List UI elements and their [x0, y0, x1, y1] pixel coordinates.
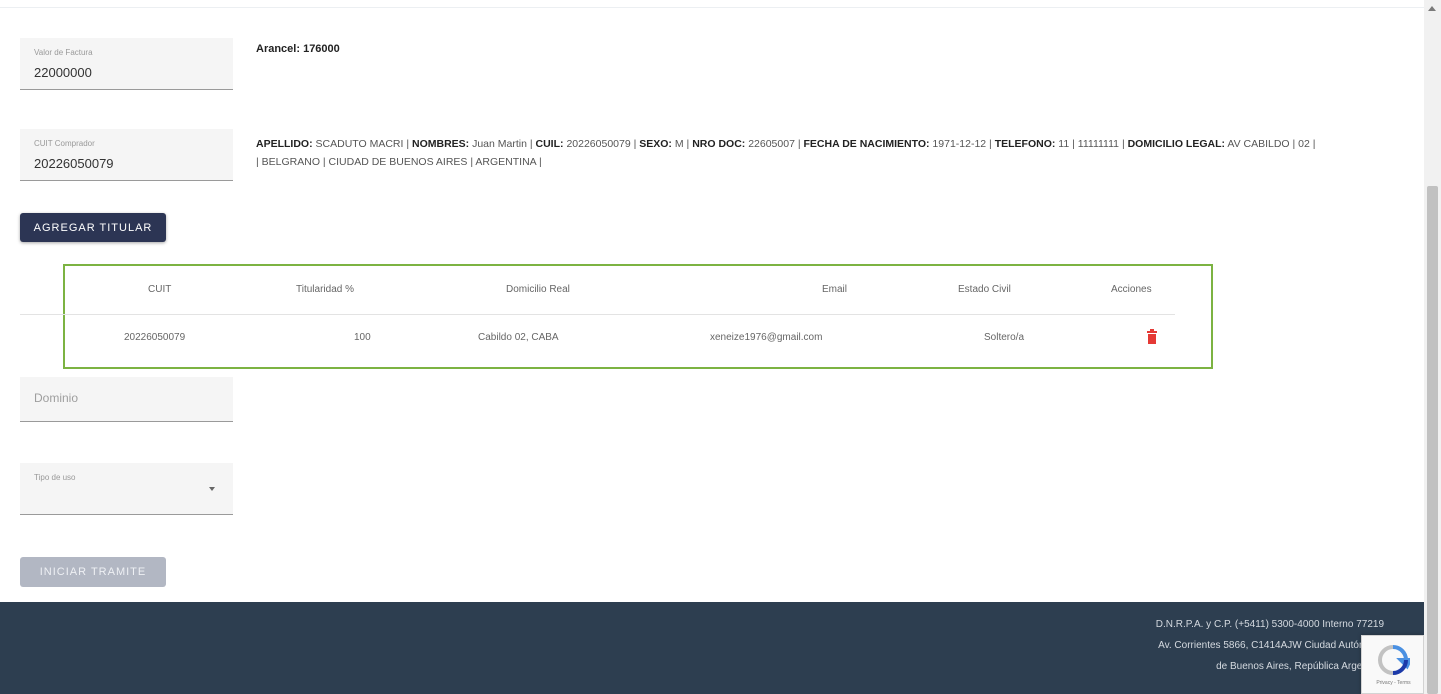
arancel-text: Arancel: 176000 [256, 43, 340, 55]
recaptcha-badge[interactable]: Privacy - Terms [1361, 635, 1424, 694]
titulares-table [63, 264, 1213, 369]
cuit-comprador-value: 20226050079 [34, 156, 114, 171]
fecha-nac-label: FECHA DE NACIMIENTO: [803, 138, 930, 150]
nro-doc-label: NRO DOC: [692, 138, 746, 150]
cell-titularidad: 100 [354, 332, 371, 343]
cell-domicilio: Cabildo 02, CABA [478, 332, 559, 343]
apellido-label: APELLIDO: [256, 138, 313, 150]
cell-email: xeneize1976@gmail.com [710, 332, 823, 343]
header-email: Email [822, 284, 848, 295]
header-cuit: CUIT [148, 284, 172, 295]
cuil-label: CUIL: [535, 138, 564, 150]
recaptcha-icon [1377, 645, 1410, 675]
apellido-value: SCADUTO MACRI | [315, 138, 410, 150]
iniciar-tramite-button[interactable]: INICIAR TRAMITE [20, 557, 166, 587]
cuit-comprador-label: CUIT Comprador [34, 139, 95, 148]
valor-factura-value: 22000000 [34, 65, 92, 80]
nombres-label: NOMBRES: [411, 138, 470, 150]
agregar-titular-button[interactable]: AGREGAR TITULAR [20, 213, 166, 242]
domicilio-label: DOMICILIO LEGAL: [1127, 138, 1226, 150]
header-titularidad: Titularidad % [296, 284, 354, 295]
footer-line-3: de Buenos Aires, República Argentina [1216, 661, 1384, 672]
dominio-placeholder: Dominio [34, 391, 79, 405]
dominio-field[interactable]: Dominio [20, 377, 233, 422]
recaptcha-text: Privacy - Terms [1376, 680, 1411, 686]
header-estado-civil: Estado Civil [958, 284, 1011, 295]
trash-icon[interactable] [1147, 329, 1157, 344]
header-domicilio: Domicilio Real [506, 284, 570, 295]
footer-line-1: D.N.R.P.A. y C.P. (+5411) 5300-4000 Inte… [1155, 619, 1384, 630]
cuil-value: 20226050079 | [566, 138, 637, 150]
tipo-uso-select[interactable]: Tipo de uso [20, 463, 233, 515]
footer-line-2: Av. Corrientes 5866, C1414AJW Ciudad Aut… [1158, 640, 1384, 651]
footer-contact: D.N.R.P.A. y C.P. (+5411) 5300-4000 Inte… [1156, 614, 1384, 677]
nombres-value: Juan Martin | [472, 138, 533, 150]
telefono-label: TELEFONO: [994, 138, 1056, 150]
chevron-down-icon [209, 487, 215, 491]
telefono-value: 11 | 11111111 | [1058, 138, 1125, 150]
cuit-comprador-field[interactable]: CUIT Comprador 20226050079 [20, 129, 233, 181]
valor-factura-label: Valor de Factura [34, 48, 93, 57]
scroll-thumb[interactable] [1427, 186, 1438, 694]
valor-factura-field[interactable]: Valor de Factura 22000000 [20, 38, 233, 90]
top-bar [0, 0, 1424, 8]
cell-cuit: 20226050079 [124, 332, 186, 343]
fecha-nac-value: 1971-12-12 | [932, 138, 992, 150]
nro-doc-value: 22605007 | [748, 138, 801, 150]
scroll-up-icon[interactable] [1428, 6, 1436, 11]
sexo-label: SEXO: [639, 138, 672, 150]
cell-estado-civil: Soltero/a [984, 332, 1025, 343]
persona-info: APELLIDO: SCADUTO MACRI | NOMBRES: Juan … [256, 135, 1316, 171]
vertical-scrollbar[interactable] [1424, 0, 1441, 694]
header-acciones: Acciones [1111, 284, 1152, 295]
tipo-uso-label: Tipo de uso [34, 473, 76, 482]
table-divider [20, 314, 1175, 315]
footer: D.N.R.P.A. y C.P. (+5411) 5300-4000 Inte… [0, 602, 1424, 694]
sexo-value: M | [674, 138, 690, 150]
